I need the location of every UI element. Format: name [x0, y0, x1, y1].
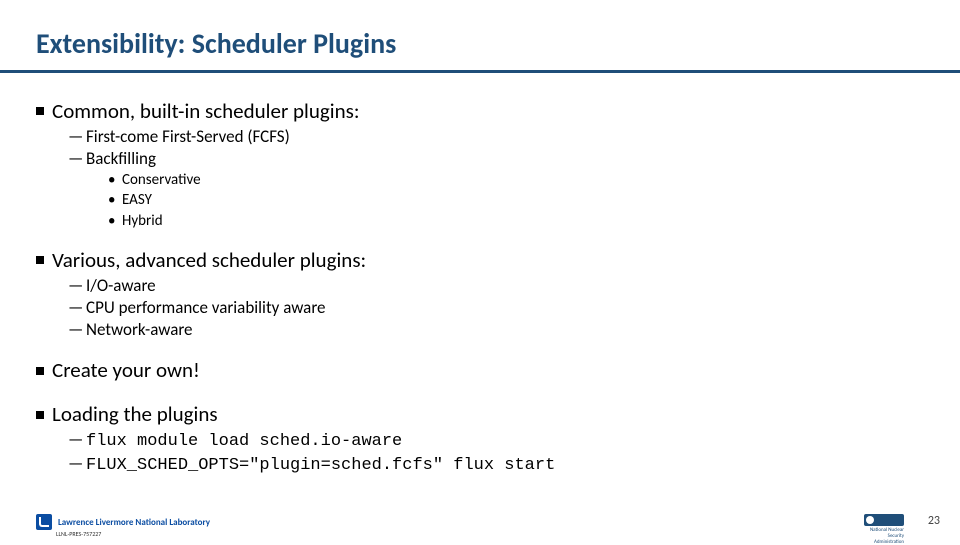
- nnsa-logo-icon: [864, 514, 904, 526]
- nnsa-logo: National Nuclear Security Administration: [864, 514, 904, 532]
- subsub-text: Hybrid: [122, 212, 163, 230]
- sub-backfilling: —Backfilling: [68, 148, 924, 170]
- bullet-text: Common, built-in scheduler plugins:: [52, 98, 359, 124]
- nnsa-logo-text: National Nuclear Security Administration: [864, 527, 904, 545]
- sub-cmd-opts: —FLUX_SCHED_OPTS="plugin=sched.fcfs" flu…: [68, 453, 924, 477]
- bullet-text: Loading the plugins: [52, 401, 218, 427]
- sub-io-aware: —I/O-aware: [68, 275, 924, 297]
- llnl-logo-text: Lawrence Livermore National Laboratory: [58, 517, 210, 528]
- sub-text: Network-aware: [86, 319, 193, 340]
- bullet-create-own: Create your own!: [36, 357, 924, 383]
- page-number: 23: [928, 514, 940, 528]
- bullet-loading: Loading the plugins: [36, 401, 924, 427]
- llnl-logo: Lawrence Livermore National Laboratory: [36, 514, 210, 530]
- footer: Lawrence Livermore National Laboratory L…: [0, 512, 960, 540]
- bullet-common: Common, built-in scheduler plugins:: [36, 98, 924, 124]
- subsub-text: Conservative: [122, 171, 201, 189]
- sub-cpu-var: —CPU performance variability aware: [68, 297, 924, 319]
- square-bullet-icon: [36, 107, 44, 115]
- sub-text: CPU performance variability aware: [86, 297, 326, 318]
- square-bullet-icon: [36, 411, 44, 419]
- sub-cmd-load: —flux module load sched.io-aware: [68, 429, 924, 453]
- slide-body: Common, built-in scheduler plugins: —Fir…: [36, 92, 924, 477]
- sub-network-aware: —Network-aware: [68, 319, 924, 341]
- bullet-advanced: Various, advanced scheduler plugins:: [36, 247, 924, 273]
- square-bullet-icon: [36, 367, 44, 375]
- sub-text: I/O-aware: [86, 275, 156, 296]
- square-bullet-icon: [36, 256, 44, 264]
- subsub-text: EASY: [122, 191, 152, 209]
- subsub-easy: •EASY: [108, 190, 924, 210]
- bullet-text: Create your own!: [52, 357, 200, 383]
- llnl-logo-icon: [36, 514, 52, 530]
- subsub-hybrid: •Hybrid: [108, 211, 924, 231]
- sub-fcfs: —First-come First-Served (FCFS): [68, 126, 924, 148]
- bullet-text: Various, advanced scheduler plugins:: [52, 247, 366, 273]
- llnl-pres-id: LLNL-PRES-757227: [56, 530, 101, 538]
- sub-text: Backfilling: [86, 148, 156, 169]
- title-rule: [0, 70, 960, 73]
- code-text: flux module load sched.io-aware: [86, 432, 402, 451]
- slide: Extensibility: Scheduler Plugins Common,…: [0, 0, 960, 540]
- code-text: FLUX_SCHED_OPTS="plugin=sched.fcfs" flux…: [86, 456, 555, 475]
- sub-text: First-come First-Served (FCFS): [86, 126, 290, 147]
- slide-title: Extensibility: Scheduler Plugins: [36, 26, 396, 61]
- subsub-conservative: •Conservative: [108, 170, 924, 190]
